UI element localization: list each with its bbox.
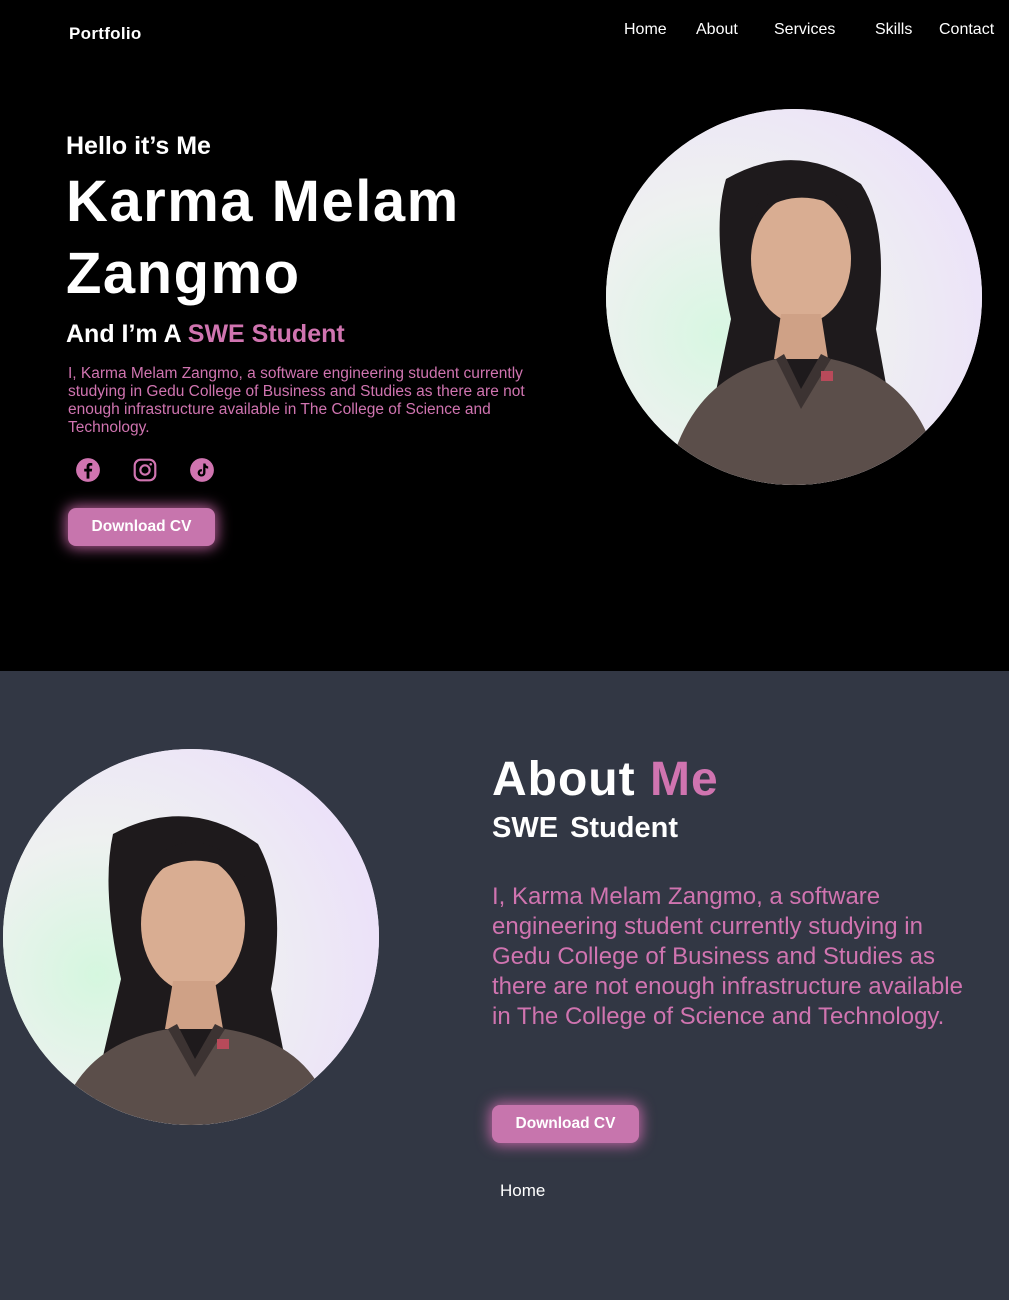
hero-role: And I’m A SWE Student (66, 320, 345, 349)
nav-about-link[interactable]: About (696, 21, 738, 39)
about-description: I, Karma Melam Zangmo, a software engine… (492, 883, 963, 1030)
nav-contact-link[interactable]: Contact (939, 21, 994, 39)
tiktok-icon[interactable] (188, 456, 216, 484)
instagram-icon[interactable] (131, 456, 159, 484)
about-profile-photo (3, 749, 379, 1125)
nav-services-link[interactable]: Services (774, 21, 835, 39)
hero-description: I, Karma Melam Zangmo, a software engine… (68, 365, 525, 436)
about-title-accent: Me (649, 753, 719, 806)
nav-home-link[interactable]: Home (624, 21, 667, 39)
about-download-cv-button[interactable]: Download CV (492, 1105, 639, 1143)
hero-download-cv-button[interactable]: Download CV (68, 508, 215, 546)
hero-name: Karma Melam Zangmo (66, 169, 460, 306)
about-subtitle-student: Student (570, 812, 678, 844)
site-logo[interactable]: Portfolio (69, 24, 142, 44)
hero-role-accent: SWE Student (187, 320, 345, 348)
about-subtitle-swe: SWE (492, 812, 559, 844)
about-title-main: About (492, 753, 636, 806)
hero-role-prefix: And I’m A (66, 320, 181, 348)
about-subtitle: SWE Student (492, 812, 678, 845)
hero-profile-photo (606, 109, 982, 485)
about-title: About Me (492, 752, 719, 807)
facebook-icon[interactable] (74, 456, 102, 484)
nav-skills-link[interactable]: Skills (875, 21, 912, 39)
hero-greeting: Hello it’s Me (66, 132, 211, 160)
about-home-link[interactable]: Home (500, 1181, 545, 1201)
